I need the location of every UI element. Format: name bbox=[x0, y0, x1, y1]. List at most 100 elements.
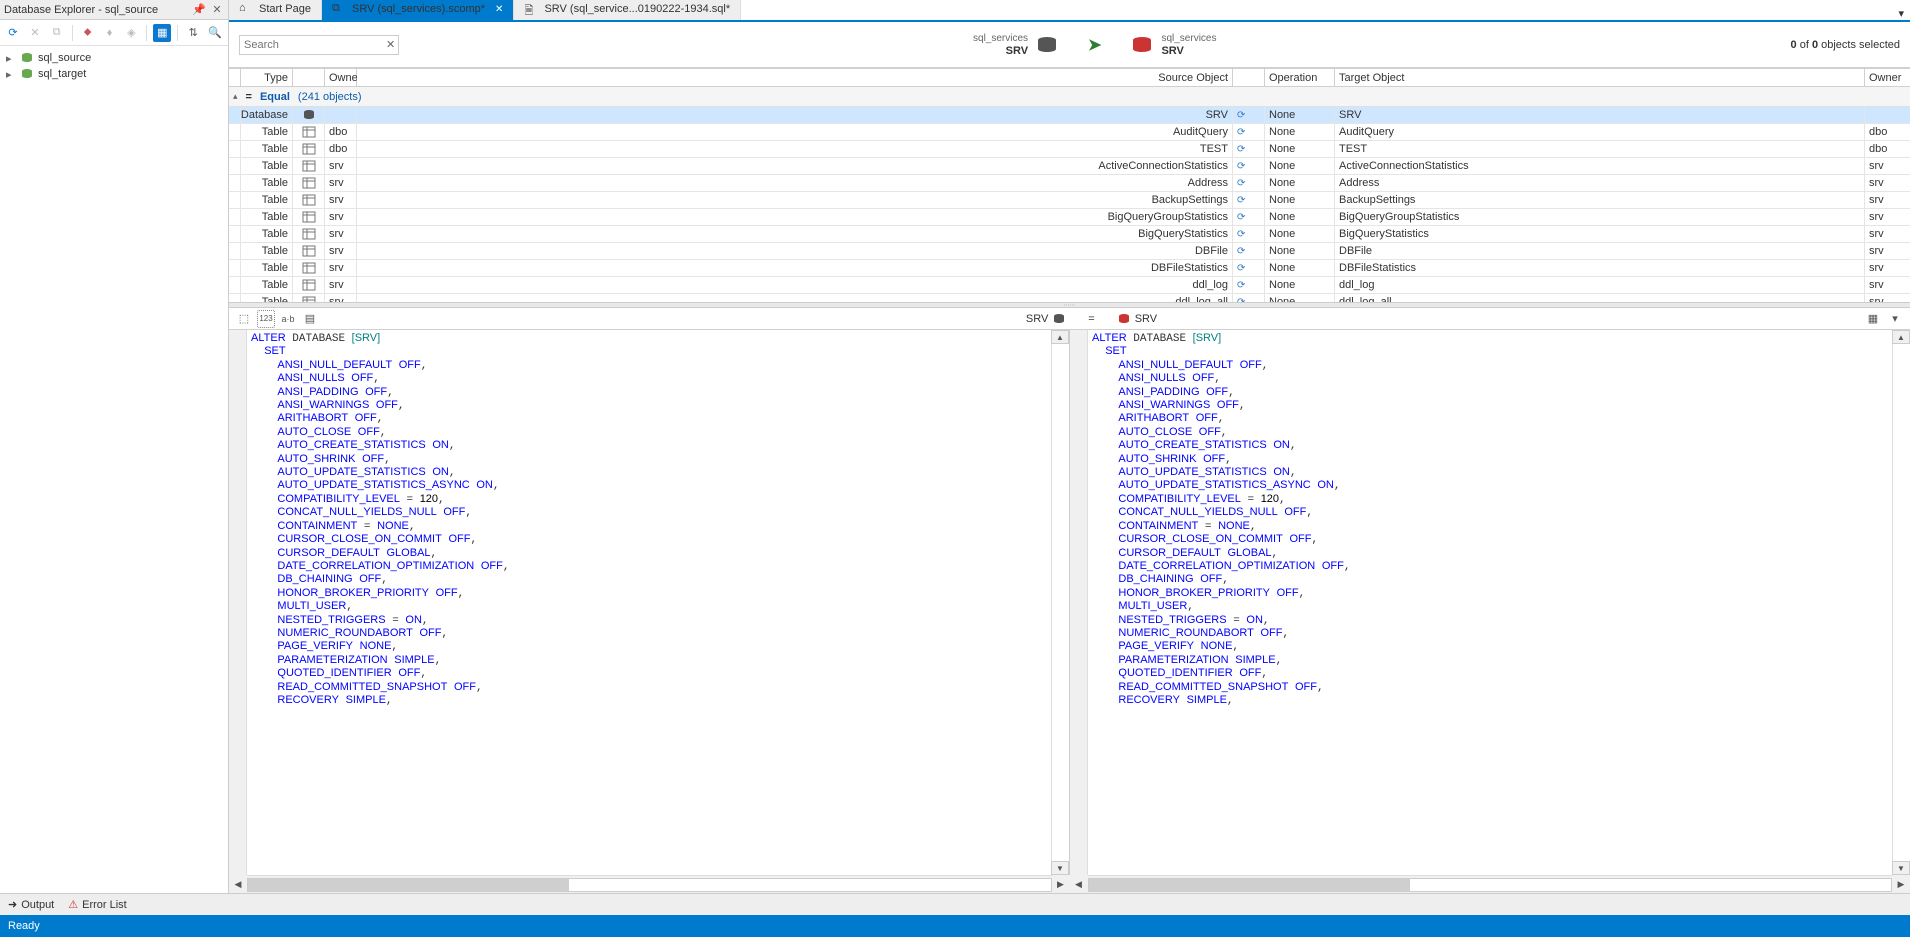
next-diff-icon[interactable]: 123 bbox=[257, 310, 275, 328]
grid-data-row[interactable]: TabledboTEST⟳NoneTESTdbo bbox=[229, 141, 1910, 158]
tree-item[interactable]: ▸ sql_source bbox=[2, 50, 226, 66]
filter2-icon[interactable]: ◈ bbox=[122, 24, 140, 42]
row-check[interactable] bbox=[229, 243, 241, 259]
row-check[interactable] bbox=[229, 209, 241, 225]
filter-icon[interactable]: ♦ bbox=[101, 24, 119, 42]
collapse-icon[interactable]: ▴ bbox=[233, 91, 238, 102]
operation-icon[interactable]: ⟳ bbox=[1233, 141, 1265, 157]
operation-icon[interactable]: ⟳ bbox=[1233, 277, 1265, 293]
grid-data-row[interactable]: Tablesrvddl_log⟳Noneddl_logsrv bbox=[229, 277, 1910, 294]
sync-direction-icon[interactable]: ➤ bbox=[1088, 35, 1101, 55]
left-change-nav[interactable]: ▲ ▼ bbox=[1051, 330, 1069, 875]
diff-view-menu-icon[interactable]: ▾ bbox=[1886, 310, 1904, 328]
row-check[interactable] bbox=[229, 294, 241, 302]
sort-icon[interactable]: ⇅ bbox=[184, 24, 202, 42]
pin-icon[interactable]: 📌 bbox=[192, 3, 206, 17]
target-db-indicator[interactable]: sql_services SRV bbox=[1131, 32, 1216, 58]
grid-header-operation[interactable]: Operation bbox=[1265, 69, 1335, 86]
refresh-icon[interactable]: ⟳ bbox=[4, 24, 22, 42]
grid-header-owner2[interactable]: Owner bbox=[1865, 69, 1910, 86]
tab-overflow-icon[interactable]: ▾ bbox=[1892, 7, 1910, 20]
grid-header-owner[interactable]: Owner bbox=[325, 69, 357, 86]
cell-operation: None bbox=[1265, 209, 1335, 225]
nav-up-icon[interactable]: ▲ bbox=[1051, 330, 1069, 344]
group-label: Equal bbox=[260, 91, 290, 103]
cell-source: ActiveConnectionStatistics bbox=[357, 158, 1233, 174]
row-check[interactable] bbox=[229, 158, 241, 174]
prev-diff-icon[interactable]: ⬚ bbox=[235, 310, 253, 328]
operation-icon[interactable]: ⟳ bbox=[1233, 294, 1265, 302]
operation-icon[interactable]: ⟳ bbox=[1233, 175, 1265, 191]
right-change-nav[interactable]: ▲ ▼ bbox=[1892, 330, 1910, 875]
grid-data-row[interactable]: TablesrvActiveConnectionStatistics⟳NoneA… bbox=[229, 158, 1910, 175]
nav-down-icon[interactable]: ▼ bbox=[1892, 861, 1910, 875]
options-icon[interactable]: ▤ bbox=[301, 310, 319, 328]
diff-view-table-icon[interactable]: ▦ bbox=[1864, 310, 1882, 328]
operation-icon[interactable]: ⟳ bbox=[1233, 124, 1265, 140]
right-hscroll[interactable] bbox=[1088, 875, 1893, 893]
operation-icon[interactable]: ⟳ bbox=[1233, 260, 1265, 276]
grid-header-type[interactable]: Type bbox=[241, 69, 293, 86]
scroll-right-icon[interactable]: ▶ bbox=[1052, 875, 1070, 893]
output-label: Output bbox=[21, 899, 54, 911]
clear-search-icon[interactable]: ✕ bbox=[386, 38, 395, 51]
grid-group-row[interactable]: ▴ = Equal (241 objects) bbox=[229, 87, 1910, 107]
search-tree-icon[interactable]: 🔍 bbox=[206, 24, 224, 42]
output-tab[interactable]: ➜ Output bbox=[8, 898, 54, 911]
expand-icon[interactable]: ▸ bbox=[6, 52, 16, 65]
document-tab[interactable]: ⧉SRV (sql_services).scomp*✕ bbox=[322, 0, 514, 20]
row-check[interactable] bbox=[229, 192, 241, 208]
operation-icon[interactable]: ⟳ bbox=[1233, 192, 1265, 208]
grid-data-row[interactable]: DatabaseSRV⟳NoneSRV bbox=[229, 107, 1910, 124]
database-icon bbox=[1052, 313, 1066, 325]
search-input-container[interactable]: ✕ bbox=[239, 35, 399, 55]
expand-icon[interactable]: ▸ bbox=[6, 68, 16, 81]
row-check[interactable] bbox=[229, 124, 241, 140]
grid-data-row[interactable]: TablesrvAddress⟳NoneAddresssrv bbox=[229, 175, 1910, 192]
show-diff-icon[interactable]: a·b bbox=[279, 310, 297, 328]
grid-data-row[interactable]: TablesrvDBFileStatistics⟳NoneDBFileStati… bbox=[229, 260, 1910, 277]
grid-data-row[interactable]: TablesrvBackupSettings⟳NoneBackupSetting… bbox=[229, 192, 1910, 209]
diff-toolbar: ⬚ 123 a·b ▤ SRV = SRV ▦ ▾ bbox=[229, 308, 1910, 330]
operation-icon[interactable]: ⟳ bbox=[1233, 209, 1265, 225]
database-icon bbox=[1117, 313, 1131, 325]
disconnect-icon[interactable]: ✕ bbox=[26, 24, 44, 42]
source-db-indicator[interactable]: sql_services SRV bbox=[973, 32, 1058, 58]
diff-left-code[interactable]: ALTER DATABASE [SRV] SET ANSI_NULL_DEFAU… bbox=[247, 330, 1051, 875]
document-tab[interactable]: 🗎SRV (sql_service...0190222-1934.sql* bbox=[514, 0, 741, 20]
document-tab[interactable]: ⌂Start Page bbox=[229, 0, 322, 20]
grid-data-row[interactable]: TablesrvDBFile⟳NoneDBFilesrv bbox=[229, 243, 1910, 260]
grid-data-row[interactable]: TablesrvBigQueryGroupStatistics⟳NoneBigQ… bbox=[229, 209, 1910, 226]
operation-icon[interactable]: ⟳ bbox=[1233, 243, 1265, 259]
new-connection-icon[interactable]: ⬥ bbox=[79, 24, 97, 42]
nav-down-icon[interactable]: ▼ bbox=[1051, 861, 1069, 875]
row-check[interactable] bbox=[229, 175, 241, 191]
close-icon[interactable]: ✕ bbox=[210, 3, 224, 17]
operation-icon[interactable]: ⟳ bbox=[1233, 158, 1265, 174]
grid-data-row[interactable]: TablesrvBigQueryStatistics⟳NoneBigQueryS… bbox=[229, 226, 1910, 243]
grid-header-check[interactable] bbox=[229, 69, 241, 86]
nav-up-icon[interactable]: ▲ bbox=[1892, 330, 1910, 344]
left-hscroll[interactable] bbox=[247, 875, 1052, 893]
scroll-left-icon[interactable]: ◀ bbox=[1070, 875, 1088, 893]
row-check[interactable] bbox=[229, 226, 241, 242]
grid-header-source[interactable]: Source Object bbox=[357, 69, 1233, 86]
row-check[interactable] bbox=[229, 277, 241, 293]
grid-header-target[interactable]: Target Object bbox=[1335, 69, 1865, 86]
tree-item[interactable]: ▸ sql_target bbox=[2, 66, 226, 82]
operation-icon[interactable]: ⟳ bbox=[1233, 107, 1265, 123]
error-list-tab[interactable]: ⚠ Error List bbox=[68, 898, 127, 911]
view-mode-icon[interactable]: ▦ bbox=[153, 24, 171, 42]
operation-icon[interactable]: ⟳ bbox=[1233, 226, 1265, 242]
copy-icon[interactable]: ⧉ bbox=[48, 24, 66, 42]
search-input[interactable] bbox=[244, 39, 386, 51]
close-tab-icon[interactable]: ✕ bbox=[495, 4, 503, 15]
scroll-right-icon[interactable]: ▶ bbox=[1892, 875, 1910, 893]
scroll-left-icon[interactable]: ◀ bbox=[229, 875, 247, 893]
row-check[interactable] bbox=[229, 107, 241, 123]
cell-owner2: srv bbox=[1865, 175, 1910, 191]
row-check[interactable] bbox=[229, 141, 241, 157]
diff-right-code[interactable]: ALTER DATABASE [SRV] SET ANSI_NULL_DEFAU… bbox=[1088, 330, 1892, 875]
row-check[interactable] bbox=[229, 260, 241, 276]
grid-data-row[interactable]: TabledboAuditQuery⟳NoneAuditQuerydbo bbox=[229, 124, 1910, 141]
